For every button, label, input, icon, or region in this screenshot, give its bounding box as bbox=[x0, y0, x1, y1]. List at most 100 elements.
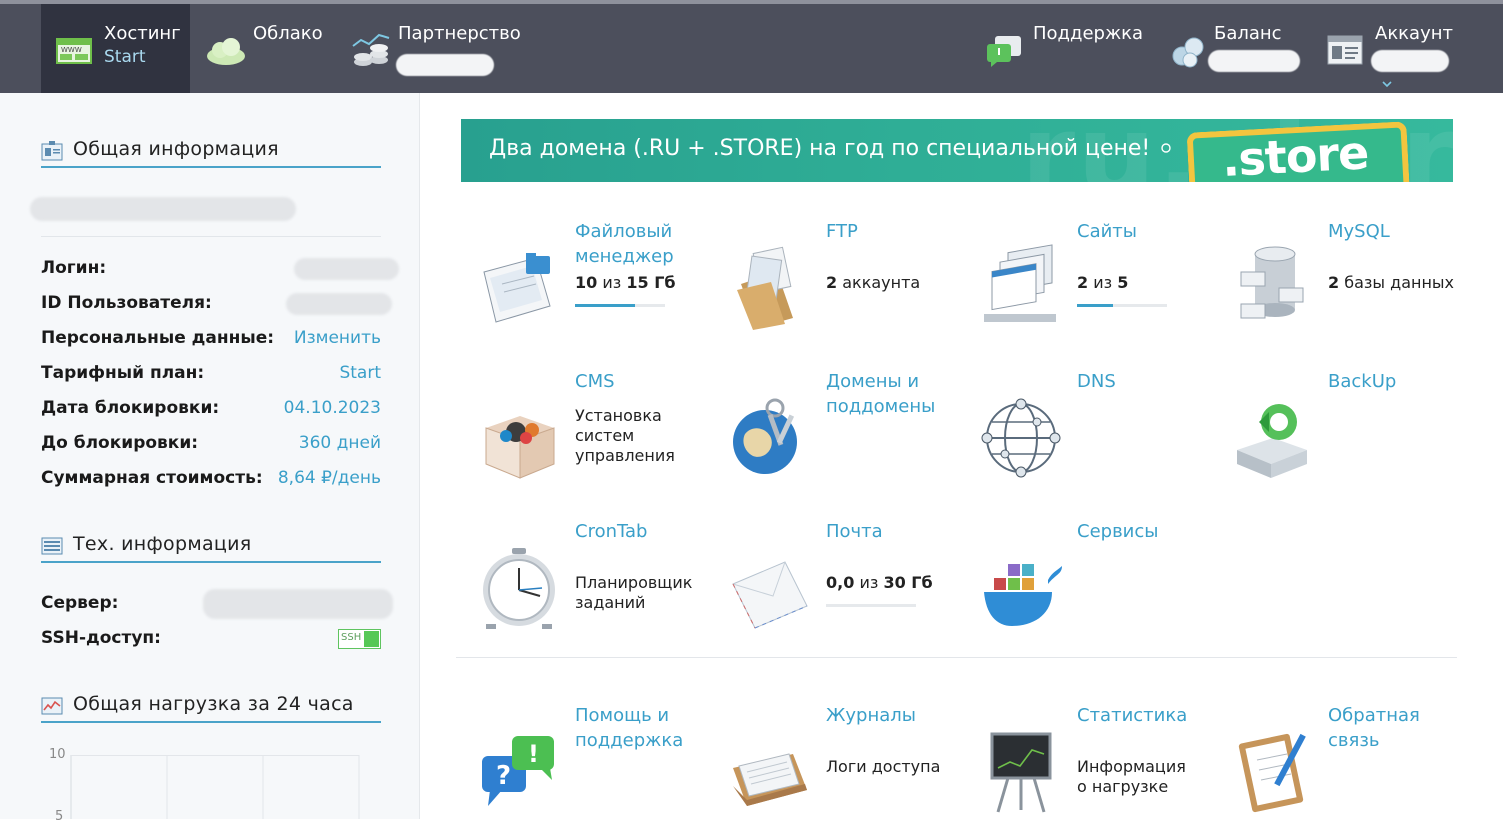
y-tick-10: 10 bbox=[49, 747, 66, 762]
store-logo: .store bbox=[1220, 125, 1370, 182]
general-info-header: Общая информация bbox=[41, 136, 381, 168]
crontab-desc-line1: Планировщик bbox=[575, 573, 693, 592]
file-manager-icon bbox=[483, 253, 551, 323]
user-id-value-hidden bbox=[286, 293, 392, 315]
tech-info-header: Тех. информация bbox=[41, 531, 381, 563]
tile-stats[interactable]: Статистика Информация о нагрузке bbox=[963, 703, 1203, 833]
ssh-toggle[interactable]: SSH bbox=[338, 629, 381, 649]
load-header: Общая нагрузка за 24 часа bbox=[41, 691, 381, 723]
tariff-link[interactable]: Start bbox=[339, 363, 381, 383]
until-block-value[interactable]: 360 дней bbox=[299, 433, 381, 453]
tile-feedback[interactable]: Обратная связь bbox=[1214, 703, 1454, 833]
coins-chart-icon bbox=[352, 33, 390, 66]
load-chart-grid bbox=[70, 755, 360, 819]
row-server: Сервер: bbox=[41, 589, 393, 619]
server-value-hidden bbox=[203, 589, 393, 619]
nav-account[interactable]: Аккаунт bbox=[1325, 4, 1475, 93]
tile-mysql[interactable]: MySQL 2 базы данных bbox=[1214, 219, 1454, 349]
row-ssh: SSH-доступ: SSH bbox=[41, 628, 381, 654]
clipboard-pen-icon bbox=[1238, 733, 1306, 813]
row-total-cost: Суммарная стоимость: 8,64 ₽/день bbox=[41, 468, 381, 494]
id-card-icon bbox=[41, 141, 63, 161]
file-manager-usage: 10 из 15 Гб bbox=[575, 273, 676, 292]
mail-usage-bar bbox=[826, 604, 916, 607]
load-chart-icon bbox=[41, 697, 63, 715]
total-cost-label: Суммарная стоимость: bbox=[41, 468, 263, 488]
mail-title: Почта bbox=[826, 521, 883, 542]
account-card-icon bbox=[1327, 35, 1363, 65]
nav-partnership[interactable]: Партнерство bbox=[348, 4, 521, 93]
tile-cms[interactable]: CMS Установка систем управления bbox=[461, 369, 701, 499]
nav-account-title: Аккаунт bbox=[1375, 23, 1453, 44]
tile-file-manager[interactable]: Файловый менеджер 10 из 15 Гб bbox=[461, 219, 701, 349]
logs-title: Журналы bbox=[826, 705, 916, 726]
support-chat-icon bbox=[987, 36, 1021, 67]
stats-title: Статистика bbox=[1077, 705, 1188, 726]
divider bbox=[41, 236, 381, 237]
crontab-title: CronTab bbox=[575, 521, 648, 542]
promo-banner[interactable]: ru.store Два домена (.RU + .STORE) на го… bbox=[461, 119, 1453, 182]
sites-usage: 2 из 5 bbox=[1077, 273, 1129, 292]
nav-balance-title: Баланс bbox=[1214, 23, 1282, 44]
mysql-databases: 2 базы данных bbox=[1328, 273, 1455, 292]
coins-icon bbox=[1172, 37, 1204, 68]
cms-desc-line3: управления bbox=[575, 446, 675, 465]
row-until-block: До блокировки: 360 дней bbox=[41, 433, 381, 459]
cms-title: CMS bbox=[575, 371, 615, 392]
nav-hosting-plan: Start bbox=[104, 47, 146, 67]
ftp-folder-icon bbox=[737, 246, 793, 330]
tile-help[interactable]: ? ! Помощь и поддержка bbox=[461, 703, 701, 833]
account-name-hidden bbox=[1371, 50, 1449, 72]
tile-logs[interactable]: Журналы Логи доступа bbox=[712, 703, 952, 833]
total-cost-value[interactable]: 8,64 ₽/день bbox=[278, 468, 381, 488]
nav-partnership-title: Партнерство bbox=[398, 23, 521, 44]
row-user-id: ID Пользователя: bbox=[41, 293, 392, 319]
row-block-date: Дата блокировки: 04.10.2023 bbox=[41, 398, 381, 424]
tile-sites[interactable]: Сайты 2 из 5 bbox=[963, 219, 1203, 349]
tile-domains[interactable]: Домены и поддомены bbox=[712, 369, 952, 499]
until-block-label: До блокировки: bbox=[41, 433, 199, 453]
ftp-accounts: 2 аккаунта bbox=[826, 273, 921, 292]
login-value-hidden bbox=[294, 258, 399, 280]
server-rack-icon bbox=[41, 537, 63, 555]
tile-dns[interactable]: DNS bbox=[963, 369, 1203, 499]
nav-cloud[interactable]: Облако bbox=[200, 4, 330, 93]
file-manager-usage-fill bbox=[575, 304, 636, 307]
docker-whale-icon bbox=[984, 564, 1062, 626]
clock-icon bbox=[483, 548, 555, 629]
edit-personal-link[interactable]: Изменить bbox=[294, 328, 381, 348]
stats-board-icon bbox=[990, 732, 1052, 813]
sites-usage-bar bbox=[1077, 304, 1167, 307]
envelope-icon bbox=[732, 561, 808, 629]
svg-text:!: ! bbox=[528, 740, 539, 768]
crontab-desc-line2: заданий bbox=[575, 593, 646, 612]
nav-balance[interactable]: Баланс bbox=[1168, 4, 1308, 93]
top-navigation-bar: WWW Хостинг Start Облако Партнерство Под… bbox=[0, 0, 1503, 93]
globe-keys-icon bbox=[733, 398, 797, 474]
account-email-hidden bbox=[30, 197, 296, 221]
tile-services[interactable]: Сервисы bbox=[963, 519, 1203, 649]
ssh-toggle-knob bbox=[364, 631, 379, 647]
sites-title: Сайты bbox=[1077, 221, 1137, 242]
row-tariff: Тарифный план: Start bbox=[41, 363, 381, 389]
nav-support[interactable]: Поддержка bbox=[980, 4, 1143, 93]
feedback-title: Обратная связь bbox=[1328, 705, 1420, 751]
tile-mail[interactable]: Почта 0,0 из 30 Гб bbox=[712, 519, 952, 649]
block-date-value[interactable]: 04.10.2023 bbox=[284, 398, 381, 418]
nav-hosting[interactable]: WWW Хостинг Start bbox=[41, 4, 190, 93]
tile-ftp[interactable]: FTP 2 аккаунта bbox=[712, 219, 952, 349]
chevron-down-icon[interactable] bbox=[1381, 80, 1393, 88]
help-bubbles-icon: ? ! bbox=[482, 736, 554, 806]
svg-text:WWW: WWW bbox=[61, 46, 82, 54]
login-label: Логин: bbox=[41, 258, 107, 278]
general-info-title: Общая информация bbox=[73, 138, 279, 160]
tile-backup[interactable]: BackUp bbox=[1214, 369, 1454, 499]
file-manager-title: Файловый менеджер bbox=[575, 221, 674, 267]
tile-crontab[interactable]: CronTab Планировщик заданий bbox=[461, 519, 701, 649]
mysql-title: MySQL bbox=[1328, 221, 1390, 242]
sites-windows-icon bbox=[984, 244, 1056, 322]
services-title: Сервисы bbox=[1077, 521, 1159, 542]
balance-amount-hidden bbox=[1208, 50, 1300, 72]
ssh-toggle-text: SSH bbox=[341, 632, 362, 643]
block-date-label: Дата блокировки: bbox=[41, 398, 220, 418]
